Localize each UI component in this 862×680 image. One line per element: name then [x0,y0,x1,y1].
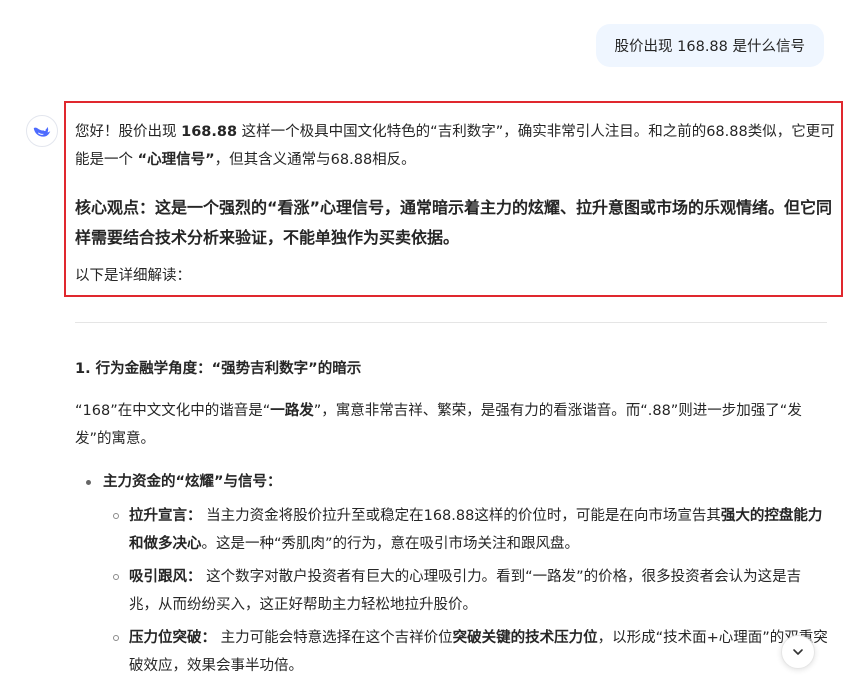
assistant-avatar [26,115,58,147]
intro-text-3: ，但其含义通常与68.88相反。 [214,152,416,168]
user-message-text: 股价出现 168.88 是什么信号 [614,39,805,55]
para-text-1: “168”在中文文化中的谐音是“ [75,403,271,419]
lead-text: 以下是详细解读： [75,268,191,284]
list-item: 压力位突破： 主力可能会特意选择在这个吉祥价位突破关键的技术压力位，以形成“技术… [113,624,829,680]
sub-item-label: 压力位突破： [129,630,216,646]
bullet-ring [113,635,119,641]
chevron-down-icon [793,649,803,655]
divider [75,322,827,323]
para-emphasis: 一路发 [270,403,314,419]
intro-price: 168.88 [181,124,238,140]
intro-text-1: 您好！股价出现 [75,124,182,140]
list-item: 吸引跟风： 这个数字对散户投资者有巨大的心理吸引力。看到“一路发”的价格，很多投… [113,563,829,619]
list-item: 拉升宣言： 当主力资金将股价拉升至或稳定在168.88这样的价位时，可能是在向市… [113,502,829,558]
list-item: 主力资金的“炫耀”与信号： [86,468,282,496]
answer-intro: 您好！股价出现 168.88 这样一个极具中国文化特色的“吉利数字”，确实非常引… [75,118,835,174]
user-message-bubble: 股价出现 168.88 是什么信号 [595,24,824,67]
bullet-ring [113,513,119,519]
intro-emphasis: “心理信号” [137,152,215,168]
sub-item-text: 当主力资金将股价拉升至或稳定在168.88这样的价位时，可能是在向市场宣告其 [201,508,721,524]
core-viewpoint: 核心观点：这是一个强烈的“看涨”心理信号，通常暗示着主力的炫耀、拉升意图或市场的… [75,198,833,247]
bullet-dot [86,480,91,485]
bullet-label: 主力资金的“炫耀”与信号： [103,474,282,490]
deepseek-whale-icon [33,126,51,137]
section-heading: 1. 行为金融学角度：“强势吉利数字”的暗示 [75,361,362,377]
scroll-to-bottom-button[interactable] [781,635,815,669]
sub-item-text: 这个数字对散户投资者有巨大的心理吸引力。看到“一路发”的价格，很多投资者会认为这… [129,569,802,613]
sub-item-label: 拉升宣言： [129,508,202,524]
sub-item-label: 吸引跟风： [129,569,202,585]
bullet-ring [113,574,119,580]
sub-item-text: 。这是一种“秀肌肉”的行为，意在吸引市场关注和跟风盘。 [201,536,580,552]
sub-item-text: 主力可能会特意选择在这个吉祥价位 [216,630,453,646]
section-paragraph: “168”在中文文化中的谐音是“一路发”，寓意非常吉祥、繁荣，是强有力的看涨谐音… [75,397,835,453]
sub-item-emphasis: 突破关键的技术压力位 [452,630,598,646]
